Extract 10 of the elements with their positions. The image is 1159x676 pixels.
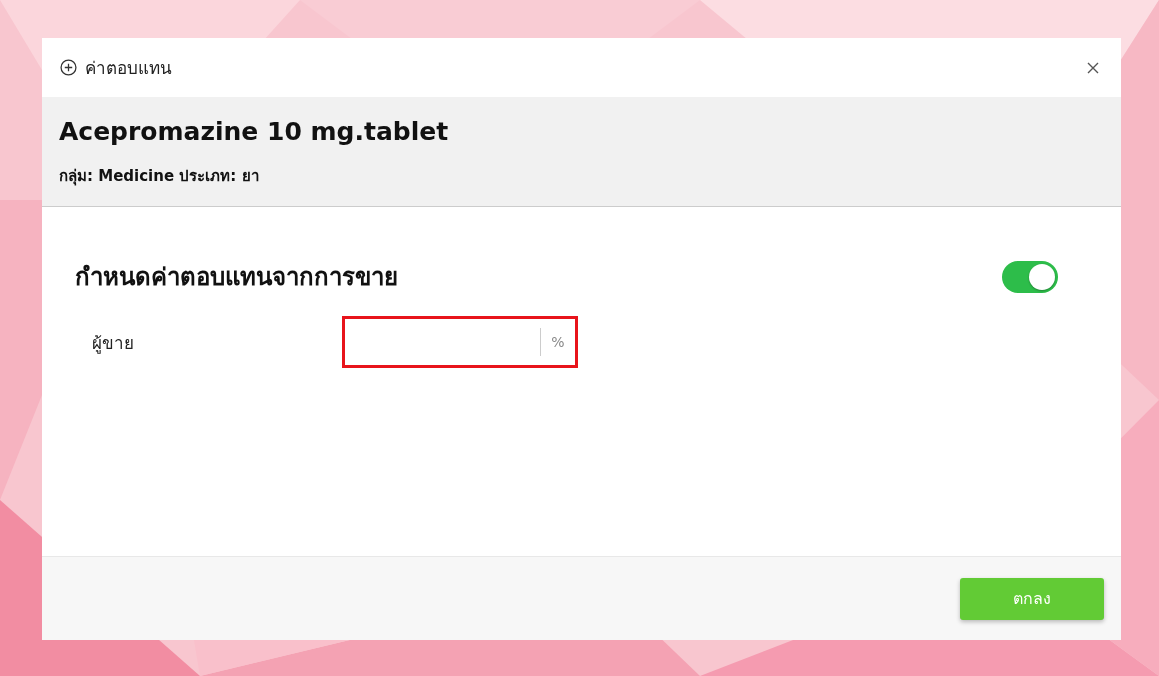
product-meta: กลุ่ม: Medicine ประเภท: ยา [59, 166, 260, 188]
input-field[interactable]: % [342, 316, 578, 368]
section-title: กำหนดค่าตอบแทนจากการขาย [75, 262, 398, 293]
toggle-switch[interactable] [1002, 260, 1058, 293]
percent-suffix: % [550, 334, 566, 350]
product-name: Acepromazine 10 mg.tablet [59, 117, 450, 146]
ok-button[interactable]: ตกลง [960, 577, 1104, 620]
dialog-title: ค่าตอบแทน [85, 57, 172, 80]
add-circle-icon [60, 59, 77, 76]
field-label: ผู้ขาย [91, 331, 135, 356]
